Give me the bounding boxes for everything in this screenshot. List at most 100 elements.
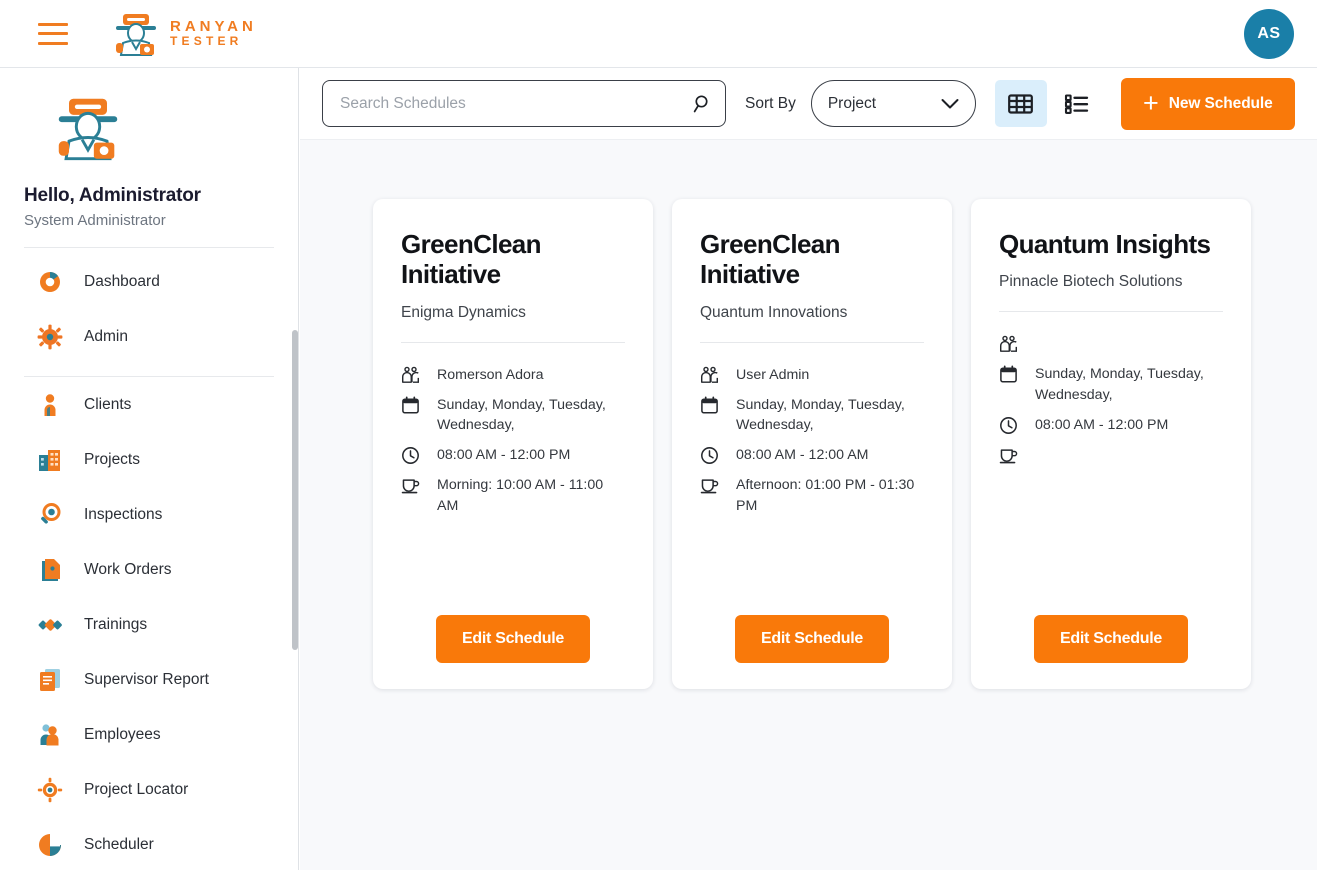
sidebar-item-trainings[interactable]: Trainings (0, 597, 298, 652)
card-break: Afternoon: 01:00 PM - 01:30 PM (736, 475, 924, 515)
card-hours: 08:00 AM - 12:00 PM (437, 445, 570, 465)
card-break-row: Afternoon: 01:00 PM - 01:30 PM (700, 475, 924, 515)
divider (24, 247, 274, 248)
sidebar-item-label: Projects (84, 451, 140, 469)
sidebar-nav: Dashboard (0, 254, 298, 870)
list-view-icon (1064, 93, 1089, 115)
diamonds-icon (36, 611, 64, 639)
card-hours: 08:00 AM - 12:00 AM (736, 445, 869, 465)
coffee-break-icon (401, 476, 420, 495)
card-break-row: Morning: 10:00 AM - 11:00 AM (401, 475, 625, 515)
sidebar-scrollbar[interactable] (292, 330, 298, 650)
card-hours: 08:00 AM - 12:00 PM (1035, 415, 1168, 435)
profile-inspector-icon (50, 90, 126, 166)
edit-schedule-button[interactable]: Edit Schedule (735, 615, 889, 663)
card-days-row: Sunday, Monday, Tuesday, Wednesday, (401, 395, 625, 435)
card-title: GreenClean Initiative (401, 229, 625, 290)
card-company: Enigma Dynamics (401, 304, 625, 322)
grid-view-icon (1008, 93, 1033, 115)
avatar[interactable]: AS (1244, 9, 1294, 59)
sidebar-item-dashboard[interactable]: Dashboard (0, 254, 298, 309)
user-profile: Hello, Administrator System Administrato… (0, 68, 298, 229)
card-action-area: Edit Schedule (700, 581, 924, 663)
card-assignee: Romerson Adora (437, 365, 543, 385)
magnifier-icon (36, 501, 64, 529)
sidebar-item-clients[interactable]: Clients (0, 377, 298, 432)
clock-icon (700, 446, 719, 465)
sort-by-select-wrapper: Project (811, 80, 976, 127)
sort-by-value: Project (828, 95, 876, 113)
card-details: Sunday, Monday, Tuesday, Wednesday, 08:0… (999, 334, 1223, 464)
hamburger-bar (38, 32, 68, 35)
sort-by-label: Sort By (745, 95, 796, 113)
sidebar-item-label: Admin (84, 328, 128, 346)
view-toggle-group (995, 80, 1103, 127)
sidebar-item-work-orders[interactable]: Work Orders (0, 542, 298, 597)
sidebar-item-projects[interactable]: Projects (0, 432, 298, 487)
greeting-text: Hello, Administrator (24, 185, 274, 207)
person-icon (36, 391, 64, 419)
card-assignee-row (999, 334, 1223, 354)
users-icon (401, 366, 420, 385)
search-input[interactable] (322, 80, 726, 127)
card-assignee-row: User Admin (700, 365, 924, 385)
card-title: Quantum Insights (999, 229, 1223, 259)
edit-schedule-button[interactable]: Edit Schedule (436, 615, 590, 663)
coffee-break-icon (999, 446, 1018, 465)
card-hours-row: 08:00 AM - 12:00 AM (700, 445, 924, 465)
calendar-icon (700, 396, 719, 415)
card-days-row: Sunday, Monday, Tuesday, Wednesday, (999, 364, 1223, 404)
gear-icon (36, 323, 64, 351)
hamburger-bar (38, 42, 68, 45)
clock-icon (999, 416, 1018, 435)
hamburger-icon[interactable] (38, 23, 68, 45)
new-schedule-label: New Schedule (1169, 95, 1273, 113)
sidebar-item-label: Dashboard (84, 273, 160, 291)
schedule-card-grid: GreenClean Initiative Enigma Dynamics Ro… (300, 140, 1317, 689)
sidebar-item-project-locator[interactable]: Project Locator (0, 762, 298, 817)
card-title: GreenClean Initiative (700, 229, 924, 290)
grid-view-button[interactable] (995, 80, 1047, 127)
divider (401, 342, 625, 343)
card-hours-row: 08:00 AM - 12:00 PM (401, 445, 625, 465)
card-days: Sunday, Monday, Tuesday, Wednesday, (1035, 364, 1223, 404)
document-tag-icon (36, 556, 64, 584)
card-break: Morning: 10:00 AM - 11:00 AM (437, 475, 625, 515)
chevron-down-icon (941, 98, 959, 109)
card-break-row (999, 445, 1223, 465)
coffee-break-icon (700, 476, 719, 495)
main-content: Sort By Project (300, 68, 1317, 870)
list-view-button[interactable] (1051, 80, 1103, 127)
sidebar-item-inspections[interactable]: Inspections (0, 487, 298, 542)
new-schedule-button[interactable]: + New Schedule (1121, 78, 1295, 130)
sidebar-item-label: Inspections (84, 506, 162, 524)
edit-schedule-button[interactable]: Edit Schedule (1034, 615, 1188, 663)
card-assignee: User Admin (736, 365, 809, 385)
schedule-card[interactable]: GreenClean Initiative Enigma Dynamics Ro… (373, 199, 653, 689)
pie-clock-icon (36, 831, 64, 859)
people-icon (36, 721, 64, 749)
users-icon (999, 335, 1018, 354)
schedule-card[interactable]: GreenClean Initiative Quantum Innovation… (672, 199, 952, 689)
sidebar-item-employees[interactable]: Employees (0, 707, 298, 762)
report-icon (36, 666, 64, 694)
card-action-area: Edit Schedule (999, 581, 1223, 663)
card-details: User Admin Sunday, Monday, Tuesday, Wedn… (700, 365, 924, 516)
card-days: Sunday, Monday, Tuesday, Wednesday, (437, 395, 625, 435)
card-company: Quantum Innovations (700, 304, 924, 322)
sidebar-item-label: Employees (84, 726, 161, 744)
calendar-icon (401, 396, 420, 415)
clock-icon (401, 446, 420, 465)
sidebar-item-admin[interactable]: Admin (0, 309, 298, 364)
top-bar: RANYAN TESTER AS (0, 0, 1317, 68)
sidebar-item-supervisor-report[interactable]: Supervisor Report (0, 652, 298, 707)
inspector-logo-icon (110, 11, 162, 57)
sidebar: Hello, Administrator System Administrato… (0, 68, 299, 870)
sidebar-item-label: Scheduler (84, 836, 154, 854)
schedule-card[interactable]: Quantum Insights Pinnacle Biotech Soluti… (971, 199, 1251, 689)
user-role: System Administrator (24, 212, 274, 229)
sidebar-item-scheduler[interactable]: Scheduler (0, 817, 298, 870)
divider (700, 342, 924, 343)
buildings-icon (36, 446, 64, 474)
brand-logo[interactable]: RANYAN TESTER (110, 11, 257, 57)
